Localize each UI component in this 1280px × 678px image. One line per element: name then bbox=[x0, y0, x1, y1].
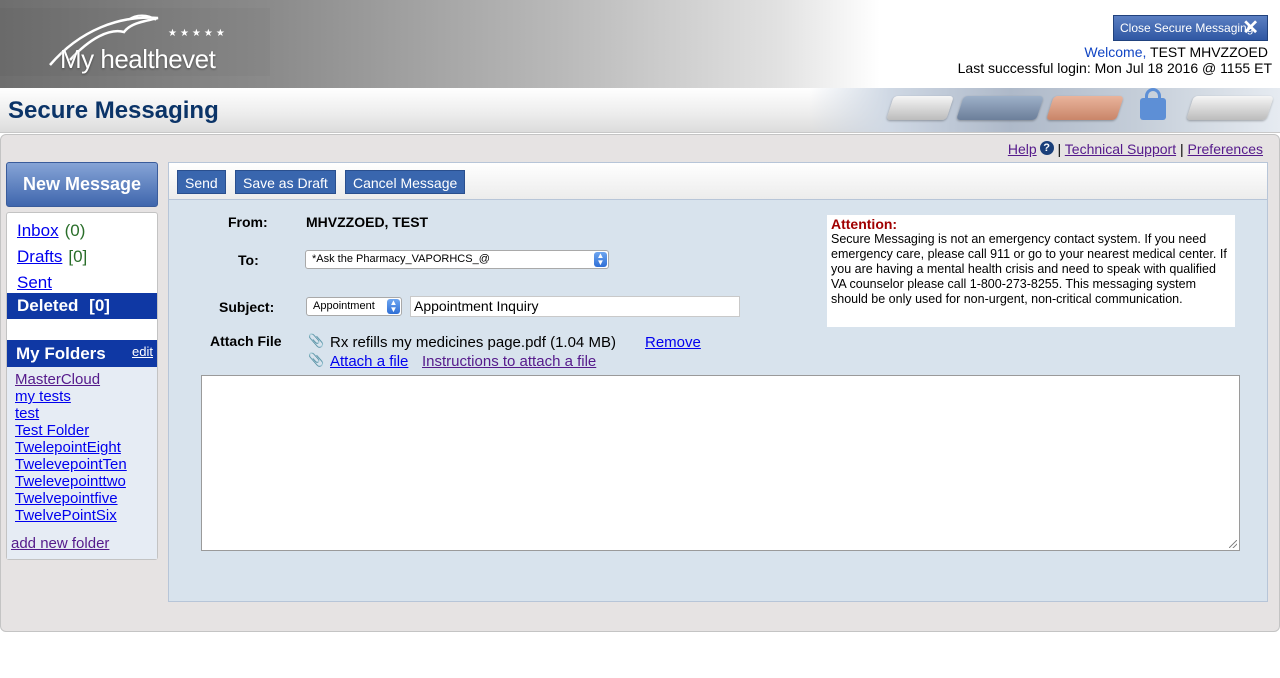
page-title: Secure Messaging bbox=[8, 97, 219, 124]
inbox-link[interactable]: Inbox bbox=[17, 221, 59, 240]
attention-notice: Attention: Secure Messaging is not an em… bbox=[827, 215, 1235, 327]
stars-icon: ★★★★★ bbox=[168, 28, 228, 39]
subject-label: Subject: bbox=[219, 299, 275, 315]
deleted-count: [0] bbox=[89, 296, 110, 315]
folder-link[interactable]: test bbox=[15, 405, 39, 422]
last-login: Last successful login: Mon Jul 18 2016 @… bbox=[957, 60, 1272, 76]
folder-link[interactable]: MasterCloud bbox=[15, 371, 100, 388]
drafts-link[interactable]: Drafts bbox=[17, 247, 62, 266]
inbox-count: (0) bbox=[64, 221, 86, 240]
my-folders-title: My Folders bbox=[16, 344, 106, 363]
close-secure-messaging-button[interactable]: Close Secure Messaging ✕ bbox=[1113, 15, 1268, 41]
sidebar-nav: Inbox (0) Drafts [0] Sent Deleted [0] My F… bbox=[6, 212, 158, 560]
folder-link[interactable]: TwelepointEight bbox=[15, 439, 121, 456]
my-folders-header: My Folders edit bbox=[7, 340, 157, 367]
link-separator: | bbox=[1057, 141, 1062, 157]
resize-handle-icon[interactable] bbox=[1229, 540, 1237, 548]
keyboard-key-icon bbox=[1186, 96, 1274, 120]
my-healthevet-logo[interactable]: ★★★★★ My healthevet bbox=[0, 8, 270, 76]
lock-icon bbox=[1140, 98, 1166, 120]
chevron-updown-icon: ▲ ▼ bbox=[387, 299, 400, 314]
edit-folders-link[interactable]: edit bbox=[132, 338, 153, 365]
welcome-label: Welcome, bbox=[1084, 44, 1147, 60]
hand-image bbox=[1046, 96, 1124, 120]
help-icon[interactable]: ? bbox=[1039, 141, 1054, 155]
attach-instructions-link[interactable]: Instructions to attach a file bbox=[422, 353, 596, 370]
drafts-count: [0] bbox=[68, 247, 88, 266]
attach-file-label: Attach File bbox=[210, 333, 282, 349]
send-button[interactable]: Send bbox=[177, 170, 226, 194]
help-link[interactable]: Help bbox=[1008, 141, 1037, 157]
paperclip-icon: 📎 bbox=[308, 333, 325, 348]
logo-text: My healthevet bbox=[60, 44, 216, 74]
folder-link[interactable]: Test Folder bbox=[15, 422, 89, 439]
folder-link[interactable]: TwelevepointTen bbox=[15, 456, 127, 473]
keyboard-key-icon bbox=[956, 96, 1044, 120]
to-recipient-value: *Ask the Pharmacy_VAPORHCS_@ bbox=[312, 253, 490, 265]
new-message-button[interactable]: New Message bbox=[6, 162, 158, 207]
sidebar-item-sent: Sent bbox=[17, 273, 52, 293]
to-recipient-select[interactable]: *Ask the Pharmacy_VAPORHCS_@ ▲ ▼ bbox=[305, 250, 609, 269]
welcome-text: Welcome, TEST MHVZZOED bbox=[1084, 44, 1268, 60]
folder-link[interactable]: my tests bbox=[15, 388, 71, 405]
folder-link[interactable]: Twelvepointfive bbox=[15, 490, 118, 507]
link-separator: | bbox=[1179, 141, 1184, 157]
chevron-updown-icon: ▲ ▼ bbox=[594, 252, 607, 267]
folder-list: MasterCloud my tests test Test Folder Tw… bbox=[7, 367, 157, 559]
subject-input[interactable]: Appointment Inquiry bbox=[410, 296, 740, 317]
close-secure-messaging-label: Close Secure Messaging bbox=[1120, 21, 1254, 35]
add-new-folder-link[interactable]: add new folder bbox=[11, 535, 109, 552]
preferences-link[interactable]: Preferences bbox=[1188, 141, 1263, 157]
sidebar-item-deleted[interactable]: Deleted [0] bbox=[7, 293, 157, 319]
technical-support-link[interactable]: Technical Support bbox=[1065, 141, 1176, 157]
title-band: Secure Messaging bbox=[0, 88, 1280, 133]
subject-category-value: Appointment bbox=[313, 300, 375, 312]
message-body-textarea[interactable] bbox=[201, 375, 1240, 551]
attention-text: Secure Messaging is not an emergency con… bbox=[831, 232, 1227, 306]
attention-title: Attention: bbox=[831, 216, 898, 232]
folder-link[interactable]: Twelevepointtwo bbox=[15, 473, 126, 490]
remove-attachment-link[interactable]: Remove bbox=[645, 334, 701, 351]
save-as-draft-button[interactable]: Save as Draft bbox=[235, 170, 336, 194]
keyboard-lock-banner-image bbox=[810, 88, 1280, 132]
cancel-message-button[interactable]: Cancel Message bbox=[345, 170, 466, 194]
site-header: ★★★★★ My healthevet Close Secure Messagi… bbox=[0, 0, 1280, 88]
attach-a-file-link[interactable]: Attach a file bbox=[330, 353, 408, 370]
compose-toolbar: Send Save as Draft Cancel Message bbox=[168, 162, 1268, 200]
folder-link[interactable]: TwelvePointSix bbox=[15, 507, 117, 524]
from-label: From: bbox=[228, 214, 268, 230]
sidebar-item-drafts: Drafts [0] bbox=[17, 247, 87, 267]
subject-category-select[interactable]: Appointment ▲ ▼ bbox=[306, 297, 402, 316]
close-icon: ✕ bbox=[1242, 17, 1259, 39]
paperclip-icon: 📎 bbox=[308, 352, 325, 367]
to-label: To: bbox=[238, 252, 259, 268]
deleted-label: Deleted bbox=[17, 296, 79, 315]
utility-links: Help? | Technical Support | Preferences bbox=[1008, 141, 1263, 157]
sidebar-item-inbox: Inbox (0) bbox=[17, 221, 85, 241]
user-name: TEST MHVZZOED bbox=[1150, 44, 1268, 60]
attached-file-name: Rx refills my medicines page.pdf (1.04 M… bbox=[330, 334, 616, 351]
sent-link[interactable]: Sent bbox=[17, 273, 52, 292]
from-value: MHVZZOED, TEST bbox=[306, 214, 429, 230]
keyboard-key-icon bbox=[886, 96, 954, 120]
